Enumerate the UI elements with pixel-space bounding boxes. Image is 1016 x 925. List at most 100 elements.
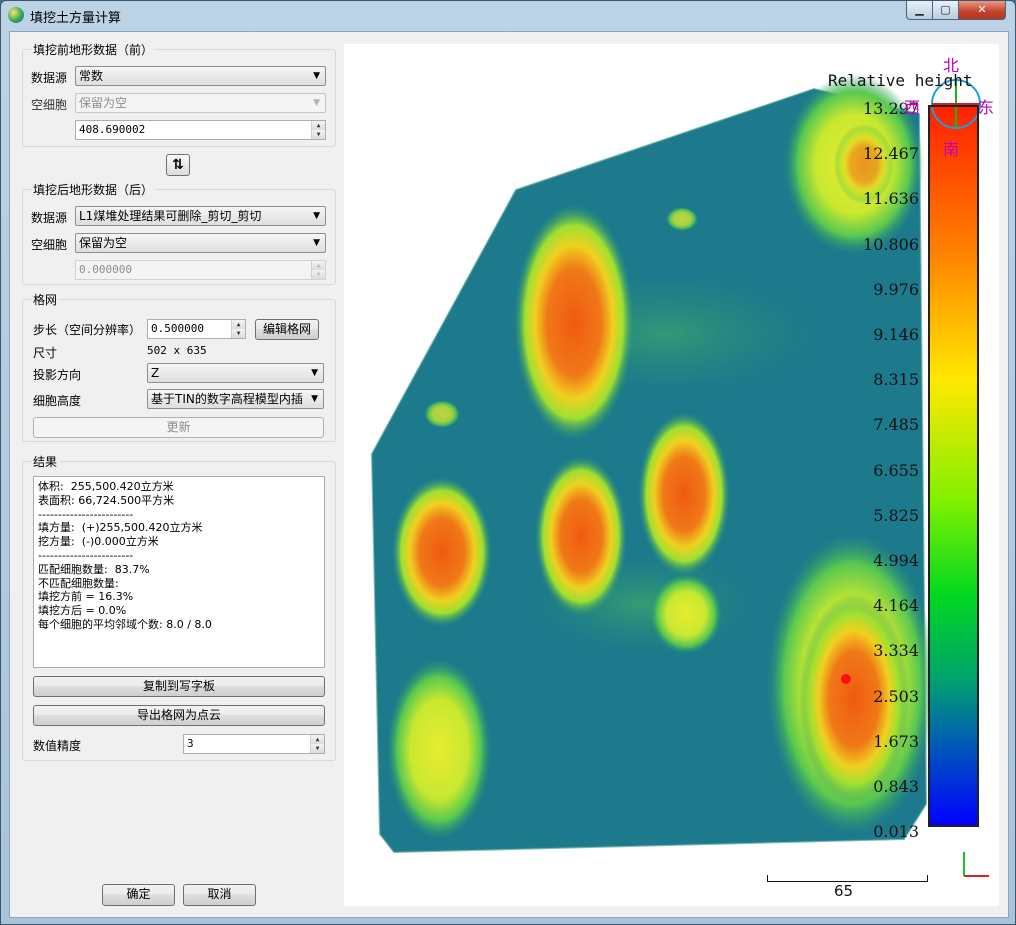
spin-buttons[interactable]: ▲ ▼ (310, 735, 324, 753)
chevron-down-icon: ▼ (313, 98, 320, 108)
height-map-viewer[interactable]: Relative height 13.297 12.467 11.636 10.806… (344, 44, 999, 906)
precision-input[interactable]: 3 ▲ ▼ (183, 734, 325, 754)
chevron-down-icon: ▼ (313, 211, 320, 221)
cancel-button[interactable]: 取消 (183, 884, 256, 906)
swap-terrain-button[interactable]: ⇅ (166, 154, 190, 176)
compass-west: 西 (904, 98, 921, 117)
close-button[interactable]: ✕ (958, 1, 1006, 20)
chevron-down-icon: ▼ (313, 238, 320, 248)
colorbar-tick-label: 5.825 (873, 505, 919, 525)
before-source-label: 数据源 (31, 71, 68, 85)
before-constant-value: 408.690002 (79, 123, 146, 136)
scale-bar (767, 875, 928, 882)
size-value: 502 x 635 (147, 344, 207, 357)
spin-up-icon[interactable]: ▲ (312, 121, 325, 130)
before-source-value: 常数 (79, 69, 104, 83)
window-title: 填挖土方量计算 (30, 11, 122, 26)
after-constant-input[interactable]: 0.000000 ▲ ▼ (75, 260, 326, 280)
colorbar-tick-label: 11.636 (863, 189, 919, 209)
app-icon (8, 7, 24, 23)
size-label: 尺寸 (33, 346, 58, 360)
colorbar (928, 105, 979, 827)
before-group-title: 填挖前地形数据（前） (31, 41, 156, 58)
cell-height-select[interactable]: 基于TIN的数字高程模型内插 ▼ (147, 389, 324, 409)
precision-value: 3 (187, 737, 194, 750)
results-text[interactable]: 体积: 255,500.420立方米 表面积: 66,724.500平方米 --… (33, 476, 325, 668)
compass-north: 北 (943, 56, 960, 75)
chevron-down-icon: ▼ (311, 368, 318, 378)
spin-up-icon[interactable]: ▲ (311, 735, 324, 744)
grid-group: 格网 步长（空间分辨率） 0.500000 ▲ ▼ 编辑格网 尺寸 502 x 6… (22, 291, 336, 442)
after-constant-value: 0.000000 (79, 263, 132, 276)
compass-east: 东 (978, 98, 995, 117)
dialog-client: 填挖前地形数据（前） 数据源 常数 ▼ 空细胞 保留为空 ▼ 408.69000… (9, 31, 1009, 918)
projection-label: 投影方向 (33, 368, 82, 382)
after-empty-label: 空细胞 (31, 238, 68, 252)
step-input[interactable]: 0.500000 ▲ ▼ (147, 319, 246, 339)
after-source-value: L1煤堆处理结果可删除_剪切_剪切 (79, 209, 262, 223)
hot-zone-1 (514, 204, 634, 440)
cell-height-value: 基于TIN的数字高程模型内插 (151, 392, 303, 406)
colorbar-tick-label: 4.164 (873, 596, 919, 616)
colorbar-tick-label: 4.994 (873, 551, 919, 570)
spin-buttons[interactable]: ▲ ▼ (311, 261, 325, 279)
after-source-select[interactable]: L1煤堆处理结果可删除_剪切_剪切 ▼ (75, 206, 326, 226)
before-empty-label: 空细胞 (31, 98, 68, 112)
compass-south: 南 (943, 140, 960, 159)
minimize-button[interactable]: ▁ (906, 1, 933, 20)
spin-down-icon[interactable]: ▼ (232, 329, 245, 338)
copy-to-clipboard-button[interactable]: 复制到写字板 (33, 676, 325, 697)
projection-select[interactable]: Z ▼ (147, 363, 324, 383)
chevron-down-icon: ▼ (311, 394, 318, 404)
colorbar-tick-label: 1.673 (873, 731, 919, 751)
colorbar-tick-label: 3.334 (873, 641, 919, 661)
after-source-label: 数据源 (31, 211, 68, 225)
spin-down-icon[interactable]: ▼ (312, 130, 325, 139)
settings-panel: 填挖前地形数据（前） 数据源 常数 ▼ 空细胞 保留为空 ▼ 408.69000… (10, 32, 342, 919)
after-empty-select[interactable]: 保留为空 ▼ (75, 233, 326, 253)
colorbar-tick-label: 6.655 (873, 460, 919, 480)
colorbar-tick-label: 2.503 (873, 686, 919, 706)
export-point-cloud-button[interactable]: 导出格网为点云 (33, 705, 325, 726)
hot-zone-4 (392, 477, 492, 627)
results-group: 结果 体积: 255,500.420立方米 表面积: 66,724.500平方米… (22, 453, 336, 761)
hot-zone-2 (638, 412, 730, 576)
before-empty-select[interactable]: 保留为空 ▼ (75, 93, 326, 113)
colorbar-tick-label: 12.467 (863, 144, 919, 164)
grid-group-title: 格网 (31, 291, 60, 308)
spin-down-icon[interactable]: ▼ (311, 744, 324, 753)
ok-button[interactable]: 确定 (102, 884, 175, 906)
app-window: 填挖土方量计算 ▁ ▢ ✕ 填挖前地形数据（前） 数据源 常数 ▼ 空细胞 保留… (0, 0, 1016, 925)
spin-down-icon[interactable]: ▼ (312, 270, 325, 279)
title-bar[interactable]: 填挖土方量计算 ▁ ▢ ✕ (1, 1, 1015, 29)
spin-buttons[interactable]: ▲ ▼ (311, 121, 325, 139)
colorbar-tick-label: 7.485 (873, 415, 919, 435)
colorbar-tick-label: 0.013 (873, 822, 919, 842)
results-group-title: 结果 (31, 453, 60, 470)
before-empty-value: 保留为空 (79, 96, 128, 110)
spin-up-icon[interactable]: ▲ (232, 320, 245, 329)
after-terrain-group: 填挖后地形数据（后） 数据源 L1煤堆处理结果可删除_剪切_剪切 ▼ 空细胞 保… (22, 181, 336, 285)
spin-up-icon[interactable]: ▲ (312, 261, 325, 270)
after-group-title: 填挖后地形数据（后） (31, 181, 156, 198)
after-empty-value: 保留为空 (79, 236, 128, 250)
hot-zone-3 (535, 456, 627, 616)
before-source-select[interactable]: 常数 ▼ (75, 66, 326, 86)
update-button[interactable]: 更新 (33, 417, 324, 438)
maximize-button[interactable]: ▢ (932, 1, 959, 20)
cell-height-label: 细胞高度 (33, 394, 82, 408)
colorbar-tick-label: 9.976 (873, 279, 919, 299)
colorbar-tick-label: 10.806 (863, 234, 919, 254)
spin-buttons[interactable]: ▲ ▼ (231, 320, 245, 338)
projection-value: Z (151, 366, 160, 380)
before-terrain-group: 填挖前地形数据（前） 数据源 常数 ▼ 空细胞 保留为空 ▼ 408.69000… (22, 41, 336, 147)
edit-grid-button[interactable]: 编辑格网 (255, 319, 319, 340)
colorbar-tick-label: 0.843 (873, 777, 919, 796)
step-label: 步长（空间分辨率） (33, 323, 142, 337)
colorbar-tick-label: 9.146 (873, 325, 919, 344)
precision-label: 数值精度 (33, 739, 82, 753)
chevron-down-icon: ▼ (313, 71, 320, 81)
scale-bar-value: 65 (834, 882, 854, 900)
before-constant-input[interactable]: 408.690002 ▲ ▼ (75, 120, 326, 140)
step-value: 0.500000 (151, 322, 204, 335)
